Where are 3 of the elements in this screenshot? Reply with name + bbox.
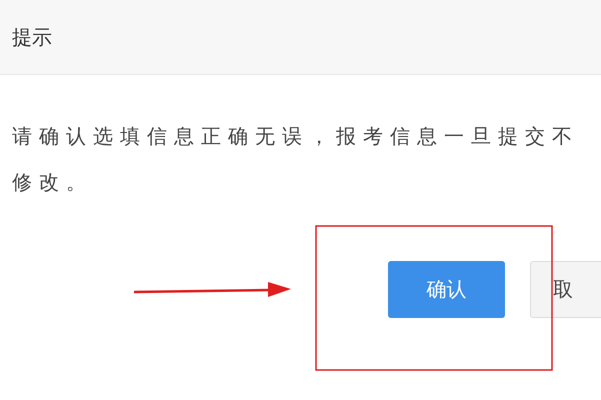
dialog-title: 提示: [12, 24, 52, 50]
dialog-message: 请确认选填信息正确无误，报考信息一旦提交不 修改。: [11, 123, 580, 196]
cancel-button[interactable]: 取: [530, 261, 601, 318]
